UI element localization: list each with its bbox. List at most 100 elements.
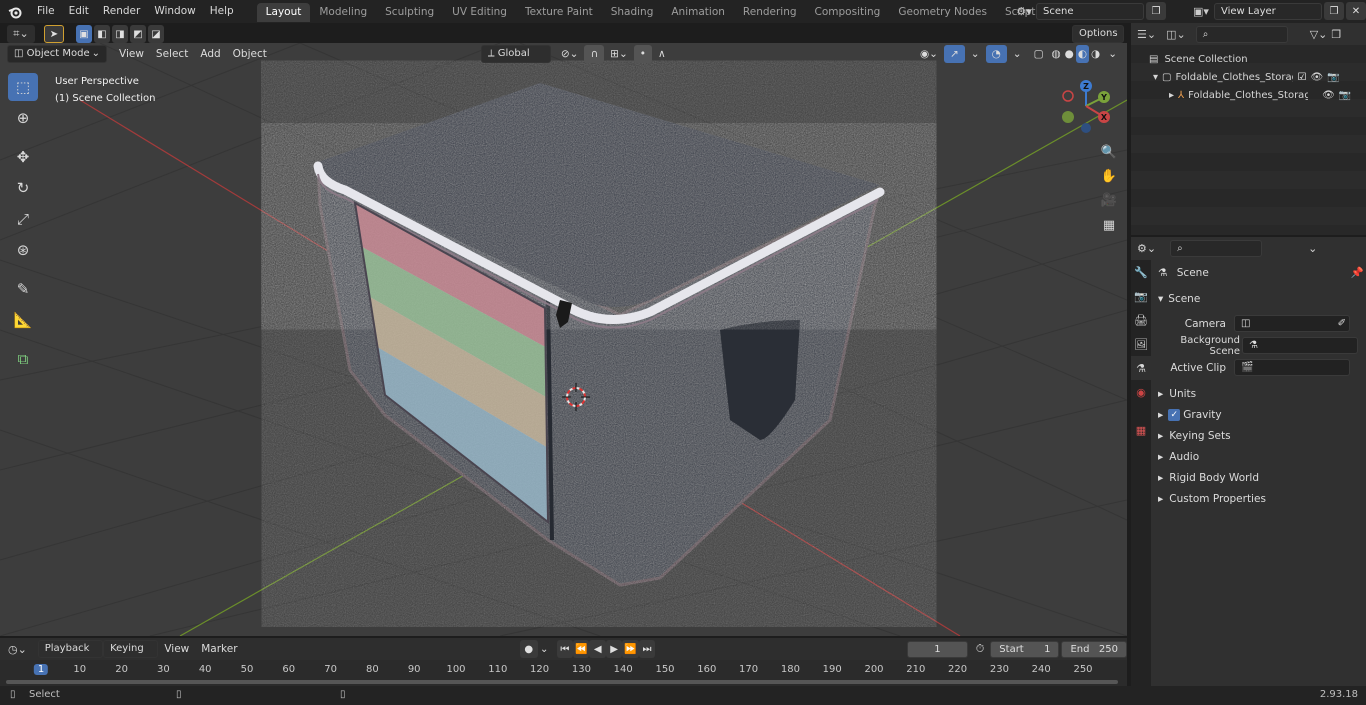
menu-edit[interactable]: Edit: [62, 0, 96, 23]
render-camera-icon[interactable]: 📷: [1327, 72, 1339, 83]
menu-render[interactable]: Render: [96, 0, 147, 23]
select-extend-icon[interactable]: ◧: [94, 25, 110, 43]
properties-options-icon[interactable]: ⌄: [1308, 242, 1317, 255]
blender-logo-icon[interactable]: [0, 0, 30, 23]
pivot-point-icon[interactable]: ⊘⌄: [555, 45, 585, 63]
output-tab-icon[interactable]: 🖨: [1131, 308, 1151, 332]
menu-file[interactable]: File: [30, 0, 62, 23]
xray-icon[interactable]: ▢: [1028, 45, 1050, 63]
select-intersect-icon[interactable]: ◪: [148, 25, 164, 43]
active-clip-field[interactable]: 🎬: [1234, 359, 1350, 376]
tab-compositing[interactable]: Compositing: [806, 3, 890, 22]
transform-tool-icon[interactable]: ⊛: [8, 236, 38, 264]
play-icon[interactable]: ▶: [605, 640, 623, 658]
tab-uv-editing[interactable]: UV Editing: [443, 3, 516, 22]
tab-geometry-nodes[interactable]: Geometry Nodes: [889, 3, 996, 22]
cursor-tool-icon[interactable]: ⊕: [8, 104, 38, 132]
measure-tool-icon[interactable]: 📐: [8, 306, 38, 334]
overlay-toggle-icon[interactable]: ◔: [985, 45, 1007, 63]
timeline-view-menu[interactable]: View: [158, 640, 195, 658]
tab-rendering[interactable]: Rendering: [734, 3, 806, 22]
outliner-editor-icon[interactable]: ☰⌄: [1137, 28, 1156, 41]
render-camera-icon[interactable]: 📷: [1339, 90, 1351, 101]
rotate-tool-icon[interactable]: ↻: [8, 174, 38, 202]
view-layer-field[interactable]: View Layer: [1214, 2, 1322, 20]
custom-properties-panel[interactable]: ▸ Custom Properties: [1152, 488, 1364, 509]
tab-texture-paint[interactable]: Texture Paint: [516, 3, 602, 22]
select-invert-icon[interactable]: ◩: [130, 25, 146, 43]
remove-view-layer-icon[interactable]: ✕: [1346, 2, 1366, 20]
prev-keyframe-icon[interactable]: ⏪: [573, 640, 590, 658]
expand-arrow-icon[interactable]: ▸: [1169, 90, 1174, 101]
tab-sculpting[interactable]: Sculpting: [376, 3, 443, 22]
scene-tab-icon[interactable]: ⚗: [1131, 356, 1151, 380]
falloff-icon[interactable]: ∧: [652, 45, 672, 63]
ortho-grid-icon[interactable]: ▦: [1098, 215, 1120, 237]
new-scene-icon[interactable]: ❐: [1146, 2, 1166, 20]
tab-modeling[interactable]: Modeling: [310, 3, 376, 22]
zoom-icon[interactable]: 🔍: [1098, 142, 1120, 164]
move-tool-icon[interactable]: ✥: [8, 143, 38, 171]
timeline-scrollbar[interactable]: [6, 680, 1118, 684]
editor-type-icon[interactable]: ⌗⌄: [7, 25, 35, 43]
new-view-layer-icon[interactable]: ❐: [1324, 2, 1344, 20]
eyedropper-icon[interactable]: ✐: [1338, 316, 1349, 331]
record-icon[interactable]: ●: [519, 640, 538, 658]
select-subtract-icon[interactable]: ◨: [112, 25, 128, 43]
scene-panel-header[interactable]: ▾ Scene: [1158, 288, 1366, 309]
pin-icon[interactable]: 📌: [1351, 266, 1364, 279]
scene-selector[interactable]: ⚙▾ Scene ❐: [1012, 2, 1172, 20]
pan-hand-icon[interactable]: ✋: [1098, 166, 1120, 188]
jump-end-icon[interactable]: ⏭: [638, 640, 656, 658]
select-box-tool-icon[interactable]: ⬚: [8, 73, 38, 101]
background-scene-field[interactable]: ⚗: [1242, 337, 1358, 354]
stopwatch-icon[interactable]: ⏱: [976, 642, 985, 656]
menu-window[interactable]: Window: [147, 0, 202, 23]
current-frame-field[interactable]: 1: [907, 640, 968, 658]
marker-menu[interactable]: Marker: [195, 640, 243, 658]
tab-layout[interactable]: Layout: [256, 3, 311, 22]
options-dropdown[interactable]: Options: [1072, 25, 1124, 43]
next-keyframe-icon[interactable]: ⏩: [622, 640, 639, 658]
gravity-panel[interactable]: ▸ ✓ Gravity: [1152, 404, 1364, 425]
solid-shading-icon[interactable]: ●: [1063, 45, 1076, 63]
camera-view-icon[interactable]: 🎥: [1098, 190, 1120, 212]
select-mode-icons[interactable]: ➤ ▣ ◧ ◨ ◩ ◪: [44, 25, 164, 43]
snap-icon[interactable]: ∩: [584, 45, 605, 63]
scale-tool-icon[interactable]: ⤢: [8, 205, 38, 233]
select-tool-icon[interactable]: ➤: [44, 25, 64, 43]
transform-orientation-dropdown[interactable]: ⟂ Global: [480, 45, 551, 63]
keying-sets-panel[interactable]: ▸ Keying Sets: [1152, 425, 1364, 446]
view-layer-tab-icon[interactable]: 🖼: [1131, 332, 1151, 356]
current-frame-marker[interactable]: 1: [33, 664, 49, 675]
properties-search-input[interactable]: ⌕: [1170, 239, 1263, 257]
menu-object[interactable]: Object: [227, 45, 273, 63]
play-reverse-icon[interactable]: ◀: [589, 640, 606, 658]
shading-dropdown-icon[interactable]: ⌄: [1102, 45, 1123, 63]
menu-select[interactable]: Select: [150, 45, 194, 63]
end-frame-field[interactable]: End 250: [1061, 640, 1127, 658]
keying-menu[interactable]: Keying ⌄: [103, 640, 159, 670]
3d-viewport[interactable]: [0, 43, 1127, 636]
display-mode-icon[interactable]: ◫⌄: [1166, 28, 1186, 41]
tool-tab-icon[interactable]: 🔧: [1131, 260, 1151, 284]
expand-arrow-icon[interactable]: ▾: [1153, 72, 1158, 83]
record-options-icon[interactable]: ⌄: [537, 640, 551, 658]
texture-tab-icon[interactable]: ▦: [1131, 418, 1151, 442]
world-tab-icon[interactable]: ◉: [1131, 380, 1151, 404]
outliner-search-input[interactable]: ⌕: [1195, 25, 1288, 43]
eye-icon[interactable]: 👁: [1310, 72, 1323, 83]
new-collection-icon[interactable]: ❐: [1331, 28, 1341, 41]
visibility-icon[interactable]: ◉⌄: [914, 45, 944, 63]
properties-editor-icon[interactable]: ⚙⌄: [1137, 242, 1156, 255]
checkbox-icon[interactable]: ☑: [1297, 72, 1306, 83]
outliner-row-collection[interactable]: ▾ ▢ Foldable_Clothes_Storage_Ba ☑ 👁 📷: [1153, 68, 1363, 86]
add-cube-tool-icon[interactable]: ⧉: [8, 345, 38, 373]
menu-add[interactable]: Add: [194, 45, 226, 63]
snap-target-icon[interactable]: ⊞⌄: [604, 45, 634, 63]
overlay-dropdown-icon[interactable]: ⌄: [1007, 45, 1028, 63]
playback-menu[interactable]: Playback ⌄: [37, 640, 104, 670]
wireframe-shading-icon[interactable]: ◍: [1050, 45, 1063, 63]
gizmo-dropdown-icon[interactable]: ⌄: [965, 45, 986, 63]
select-new-icon[interactable]: ▣: [76, 25, 92, 43]
